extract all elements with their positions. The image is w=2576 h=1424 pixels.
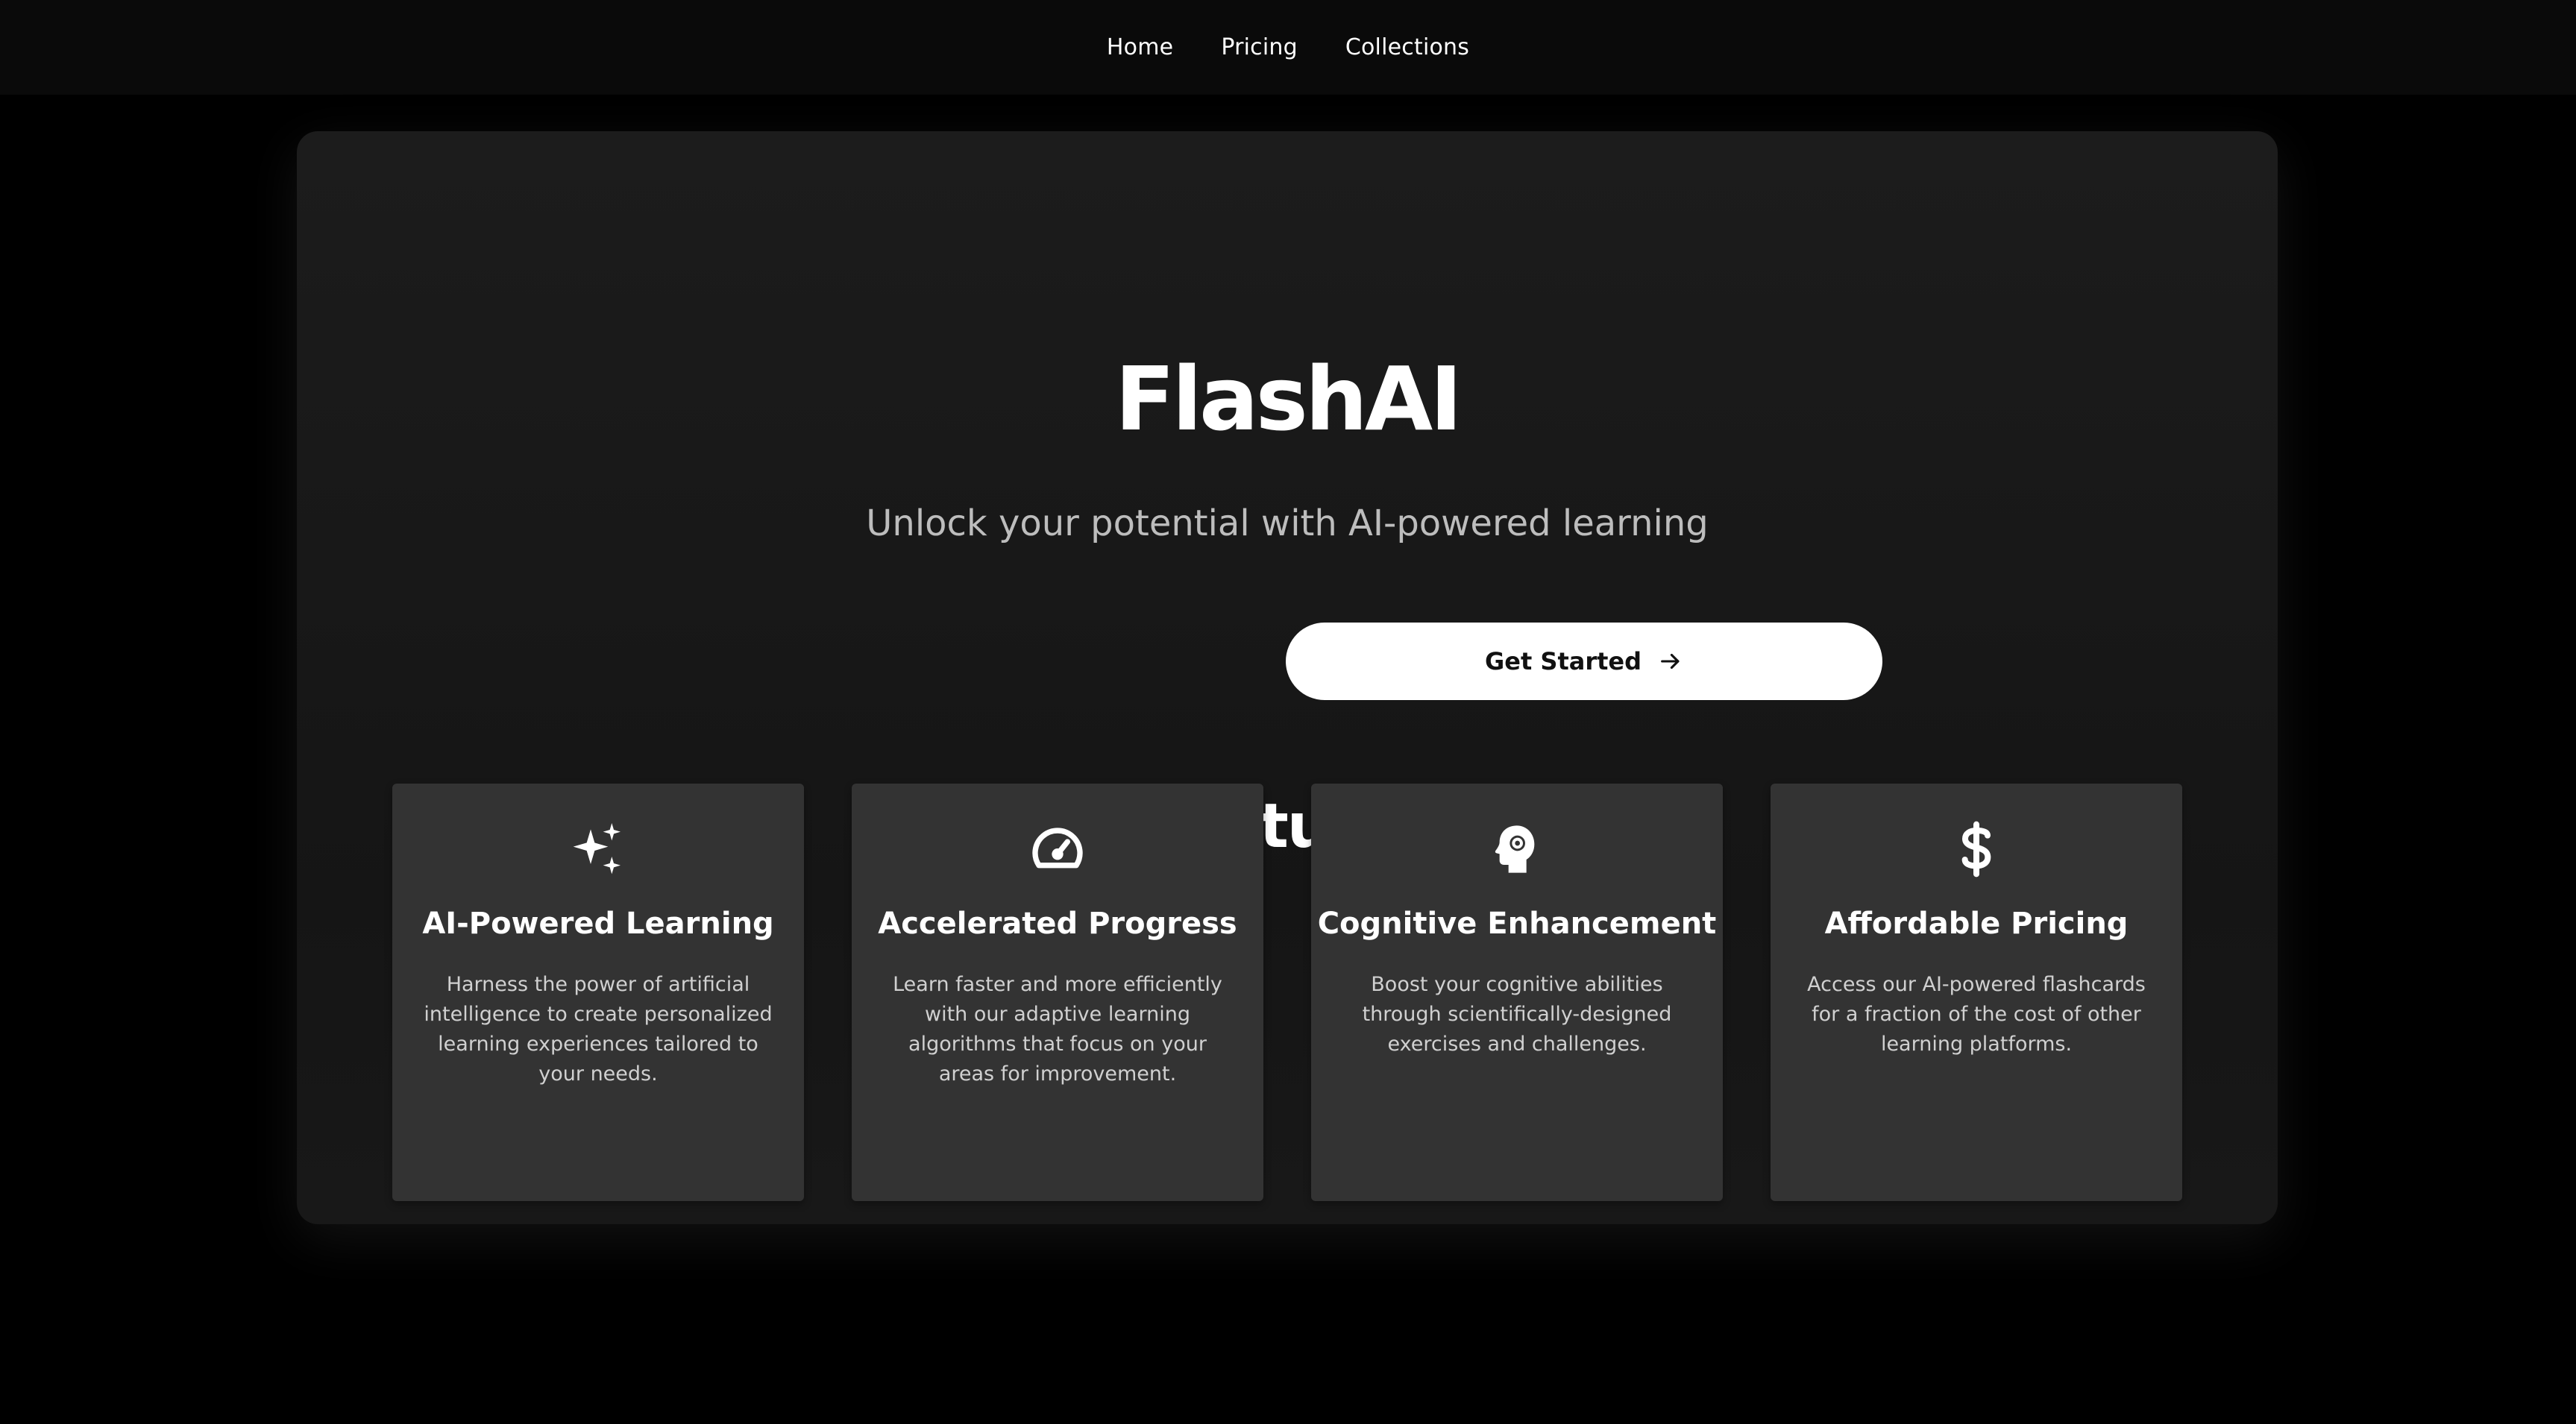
feature-description: Boost your cognitive abilities through s… (1362, 973, 1672, 1056)
feature-title: Cognitive Enhancement (1317, 907, 1717, 941)
top-navbar: Home Pricing Collections (0, 0, 2576, 95)
feature-title: Affordable Pricing (1824, 907, 2129, 941)
feature-description: Access our AI-powered flashcards for a f… (1807, 973, 2146, 1056)
dollar-sign-icon (1771, 819, 2182, 879)
feature-description: Learn faster and more efficiently with o… (893, 973, 1222, 1086)
speedometer-icon (852, 819, 1263, 879)
sparkles-icon (392, 819, 804, 879)
arrow-right-icon (1658, 649, 1683, 674)
get-started-button[interactable]: Get Started (1286, 623, 1882, 700)
page-title: FlashAI (1114, 347, 1463, 450)
feature-card-affordable-pricing: Affordable Pricing Access our AI-powered… (1771, 784, 2182, 1201)
nav-link-home[interactable]: Home (1107, 34, 1173, 60)
hero-subtitle: Unlock your potential with AI-powered le… (866, 503, 1709, 544)
feature-card-cognitive-enhancement: Cognitive Enhancement Boost your cogniti… (1311, 784, 1723, 1201)
brain-gear-icon (1311, 819, 1723, 879)
feature-title: AI-Powered Learning (422, 907, 774, 941)
get-started-label: Get Started (1484, 647, 1642, 675)
feature-title: Accelerated Progress (878, 907, 1237, 941)
nav-link-pricing[interactable]: Pricing (1221, 34, 1298, 60)
nav-link-collections[interactable]: Collections (1345, 34, 1469, 60)
feature-card-accelerated-progress: Accelerated Progress Learn faster and mo… (852, 784, 1263, 1201)
feature-description: Harness the power of artificial intellig… (424, 973, 773, 1086)
feature-card-ai-powered-learning: AI-Powered Learning Harness the power of… (392, 784, 804, 1201)
